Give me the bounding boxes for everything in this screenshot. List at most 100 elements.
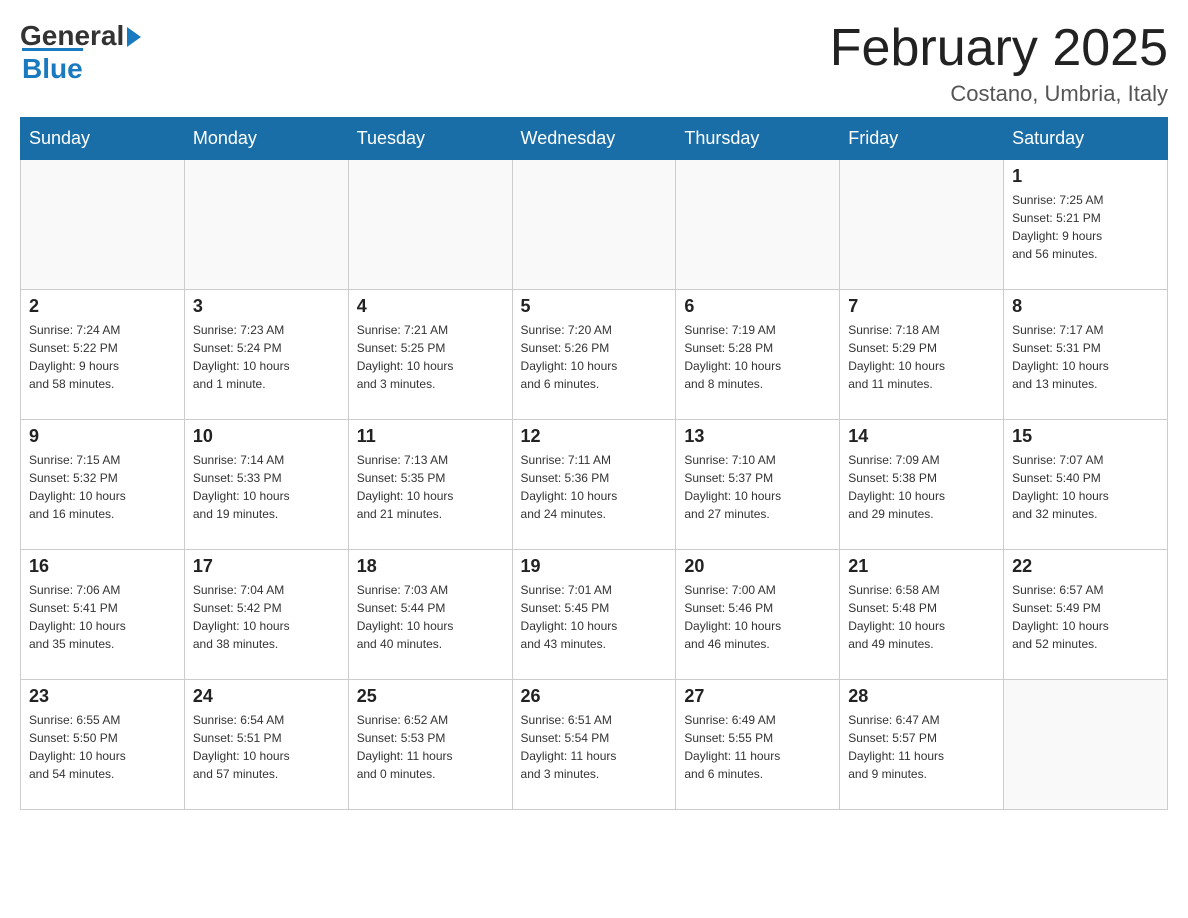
header-saturday: Saturday bbox=[1004, 118, 1168, 160]
calendar-cell bbox=[512, 160, 676, 290]
day-number: 2 bbox=[29, 296, 176, 317]
day-info: Sunrise: 7:21 AM Sunset: 5:25 PM Dayligh… bbox=[357, 321, 504, 393]
day-number: 18 bbox=[357, 556, 504, 577]
calendar-week-row: 9 Sunrise: 7:15 AM Sunset: 5:32 PM Daylig… bbox=[21, 420, 1168, 550]
day-number: 4 bbox=[357, 296, 504, 317]
day-number: 16 bbox=[29, 556, 176, 577]
calendar-cell: 16 Sunrise: 7:06 AM Sunset: 5:41 PM Dayli… bbox=[21, 550, 185, 680]
day-info: Sunrise: 7:25 AM Sunset: 5:21 PM Dayligh… bbox=[1012, 191, 1159, 263]
calendar-cell: 17 Sunrise: 7:04 AM Sunset: 5:42 PM Dayli… bbox=[184, 550, 348, 680]
calendar-cell: 9 Sunrise: 7:15 AM Sunset: 5:32 PM Daylig… bbox=[21, 420, 185, 550]
day-info: Sunrise: 6:52 AM Sunset: 5:53 PM Dayligh… bbox=[357, 711, 504, 783]
day-info: Sunrise: 7:04 AM Sunset: 5:42 PM Dayligh… bbox=[193, 581, 340, 653]
day-number: 20 bbox=[684, 556, 831, 577]
day-number: 7 bbox=[848, 296, 995, 317]
calendar-cell: 4 Sunrise: 7:21 AM Sunset: 5:25 PM Daylig… bbox=[348, 290, 512, 420]
calendar-cell: 20 Sunrise: 7:00 AM Sunset: 5:46 PM Dayli… bbox=[676, 550, 840, 680]
day-info: Sunrise: 6:47 AM Sunset: 5:57 PM Dayligh… bbox=[848, 711, 995, 783]
calendar-cell: 6Sunrise: 7:19 AM Sunset: 5:28 PM Daylig… bbox=[676, 290, 840, 420]
calendar-cell: 2Sunrise: 7:24 AM Sunset: 5:22 PM Daylig… bbox=[21, 290, 185, 420]
day-info: Sunrise: 7:15 AM Sunset: 5:32 PM Dayligh… bbox=[29, 451, 176, 523]
calendar-cell: 18 Sunrise: 7:03 AM Sunset: 5:44 PM Dayli… bbox=[348, 550, 512, 680]
day-info: Sunrise: 7:09 AM Sunset: 5:38 PM Dayligh… bbox=[848, 451, 995, 523]
page-header: General Blue February 2025 Costano, Umbr… bbox=[20, 20, 1168, 107]
day-info: Sunrise: 6:58 AM Sunset: 5:48 PM Dayligh… bbox=[848, 581, 995, 653]
day-number: 9 bbox=[29, 426, 176, 447]
day-number: 8 bbox=[1012, 296, 1159, 317]
calendar-cell bbox=[840, 160, 1004, 290]
header-friday: Friday bbox=[840, 118, 1004, 160]
logo-arrow bbox=[127, 27, 141, 47]
title-section: February 2025 Costano, Umbria, Italy bbox=[830, 20, 1168, 107]
day-info: Sunrise: 6:51 AM Sunset: 5:54 PM Dayligh… bbox=[521, 711, 668, 783]
day-number: 11 bbox=[357, 426, 504, 447]
calendar-cell: 1 Sunrise: 7:25 AM Sunset: 5:21 PM Daylig… bbox=[1004, 160, 1168, 290]
day-number: 23 bbox=[29, 686, 176, 707]
location-text: Costano, Umbria, Italy bbox=[830, 81, 1168, 107]
calendar-cell: 12Sunrise: 7:11 AM Sunset: 5:36 PM Dayli… bbox=[512, 420, 676, 550]
calendar-cell: 25 Sunrise: 6:52 AM Sunset: 5:53 PM Dayli… bbox=[348, 680, 512, 810]
day-number: 10 bbox=[193, 426, 340, 447]
header-thursday: Thursday bbox=[676, 118, 840, 160]
logo-blue-text: Blue bbox=[22, 48, 83, 85]
day-info: Sunrise: 7:13 AM Sunset: 5:35 PM Dayligh… bbox=[357, 451, 504, 523]
calendar-cell: 22 Sunrise: 6:57 AM Sunset: 5:49 PM Dayli… bbox=[1004, 550, 1168, 680]
calendar-cell: 28 Sunrise: 6:47 AM Sunset: 5:57 PM Dayli… bbox=[840, 680, 1004, 810]
day-number: 24 bbox=[193, 686, 340, 707]
day-info: Sunrise: 7:03 AM Sunset: 5:44 PM Dayligh… bbox=[357, 581, 504, 653]
day-info: Sunrise: 7:10 AM Sunset: 5:37 PM Dayligh… bbox=[684, 451, 831, 523]
calendar-cell bbox=[21, 160, 185, 290]
day-number: 17 bbox=[193, 556, 340, 577]
calendar-cell: 13 Sunrise: 7:10 AM Sunset: 5:37 PM Dayli… bbox=[676, 420, 840, 550]
calendar-cell: 23 Sunrise: 6:55 AM Sunset: 5:50 PM Dayli… bbox=[21, 680, 185, 810]
day-info: Sunrise: 6:57 AM Sunset: 5:49 PM Dayligh… bbox=[1012, 581, 1159, 653]
calendar-cell: 21 Sunrise: 6:58 AM Sunset: 5:48 PM Dayli… bbox=[840, 550, 1004, 680]
day-number: 19 bbox=[521, 556, 668, 577]
calendar-cell: 10 Sunrise: 7:14 AM Sunset: 5:33 PM Dayli… bbox=[184, 420, 348, 550]
day-info: Sunrise: 7:01 AM Sunset: 5:45 PM Dayligh… bbox=[521, 581, 668, 653]
month-title: February 2025 bbox=[830, 20, 1168, 77]
day-number: 28 bbox=[848, 686, 995, 707]
logo: General Blue bbox=[20, 20, 141, 85]
day-number: 22 bbox=[1012, 556, 1159, 577]
calendar-week-row: 1 Sunrise: 7:25 AM Sunset: 5:21 PM Daylig… bbox=[21, 160, 1168, 290]
header-wednesday: Wednesday bbox=[512, 118, 676, 160]
day-number: 1 bbox=[1012, 166, 1159, 187]
header-tuesday: Tuesday bbox=[348, 118, 512, 160]
calendar-cell: 14 Sunrise: 7:09 AM Sunset: 5:38 PM Dayli… bbox=[840, 420, 1004, 550]
calendar-cell: 7 Sunrise: 7:18 AM Sunset: 5:29 PM Daylig… bbox=[840, 290, 1004, 420]
day-number: 26 bbox=[521, 686, 668, 707]
calendar-cell: 24 Sunrise: 6:54 AM Sunset: 5:51 PM Dayli… bbox=[184, 680, 348, 810]
calendar-cell: 26 Sunrise: 6:51 AM Sunset: 5:54 PM Dayli… bbox=[512, 680, 676, 810]
header-monday: Monday bbox=[184, 118, 348, 160]
day-number: 27 bbox=[684, 686, 831, 707]
calendar-week-row: 23 Sunrise: 6:55 AM Sunset: 5:50 PM Dayli… bbox=[21, 680, 1168, 810]
calendar-cell bbox=[348, 160, 512, 290]
day-info: Sunrise: 7:14 AM Sunset: 5:33 PM Dayligh… bbox=[193, 451, 340, 523]
day-number: 14 bbox=[848, 426, 995, 447]
day-number: 3 bbox=[193, 296, 340, 317]
calendar-cell: 11 Sunrise: 7:13 AM Sunset: 5:35 PM Dayli… bbox=[348, 420, 512, 550]
day-info: Sunrise: 7:18 AM Sunset: 5:29 PM Dayligh… bbox=[848, 321, 995, 393]
calendar-cell: 15Sunrise: 7:07 AM Sunset: 5:40 PM Dayli… bbox=[1004, 420, 1168, 550]
day-info: Sunrise: 7:20 AM Sunset: 5:26 PM Dayligh… bbox=[521, 321, 668, 393]
day-number: 6 bbox=[684, 296, 831, 317]
day-number: 25 bbox=[357, 686, 504, 707]
logo-blue-section: Blue bbox=[22, 48, 83, 85]
day-info: Sunrise: 7:00 AM Sunset: 5:46 PM Dayligh… bbox=[684, 581, 831, 653]
day-number: 15 bbox=[1012, 426, 1159, 447]
day-info: Sunrise: 6:54 AM Sunset: 5:51 PM Dayligh… bbox=[193, 711, 340, 783]
day-number: 12 bbox=[521, 426, 668, 447]
header-sunday: Sunday bbox=[21, 118, 185, 160]
calendar-cell: 27Sunrise: 6:49 AM Sunset: 5:55 PM Dayli… bbox=[676, 680, 840, 810]
day-info: Sunrise: 7:06 AM Sunset: 5:41 PM Dayligh… bbox=[29, 581, 176, 653]
calendar-cell: 19 Sunrise: 7:01 AM Sunset: 5:45 PM Dayli… bbox=[512, 550, 676, 680]
day-number: 21 bbox=[848, 556, 995, 577]
day-info: Sunrise: 6:55 AM Sunset: 5:50 PM Dayligh… bbox=[29, 711, 176, 783]
calendar-table: Sunday Monday Tuesday Wednesday Thursday… bbox=[20, 117, 1168, 810]
calendar-cell bbox=[184, 160, 348, 290]
day-number: 13 bbox=[684, 426, 831, 447]
calendar-cell: 8Sunrise: 7:17 AM Sunset: 5:31 PM Daylig… bbox=[1004, 290, 1168, 420]
calendar-header-row: Sunday Monday Tuesday Wednesday Thursday… bbox=[21, 118, 1168, 160]
calendar-cell bbox=[676, 160, 840, 290]
